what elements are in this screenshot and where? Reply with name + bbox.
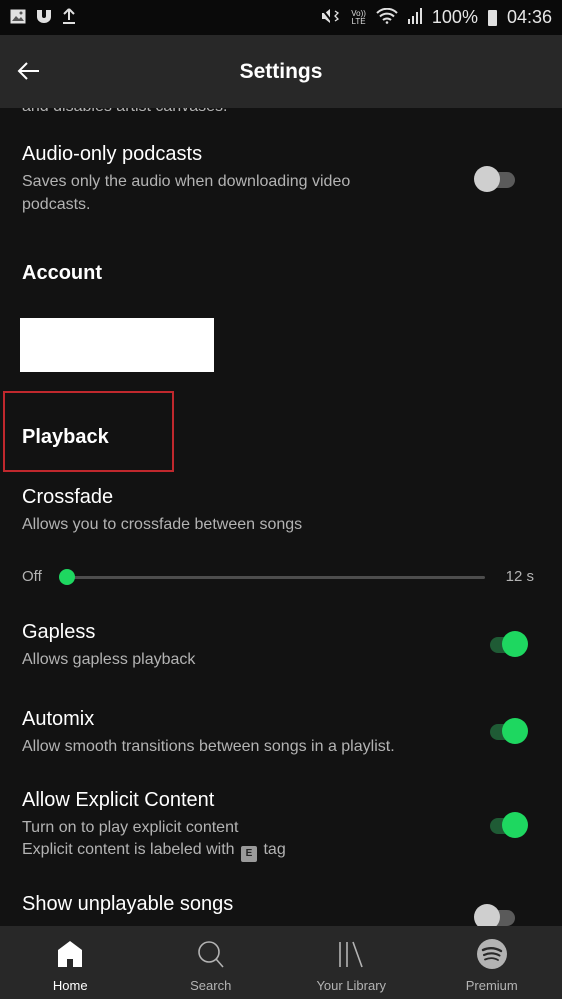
setting-title: Crossfade (22, 486, 114, 508)
description-line-1: Turn on to play explicit content (22, 819, 239, 836)
setting-title: Show unplayable songs (22, 893, 234, 915)
upload-icon (62, 8, 76, 27)
automix-toggle[interactable] (486, 718, 528, 744)
app-header: Settings (0, 35, 562, 108)
page-title: Settings (239, 59, 323, 83)
nav-label: Home (52, 978, 88, 993)
slider-min-label: Off (22, 568, 42, 585)
spotify-logo-icon (476, 938, 508, 970)
bottom-nav: Home Search Your Library Premium (0, 926, 562, 999)
setting-crossfade: Crossfade Allows you to crossfade betwee… (22, 485, 542, 536)
audio-only-podcasts-toggle[interactable] (474, 166, 519, 192)
setting-description: Allows you to crossfade between songs (22, 516, 303, 533)
setting-gapless: Gapless Allows gapless playback (22, 620, 542, 671)
setting-show-unplayable-songs: Show unplayable songs (22, 892, 542, 916)
setting-description: Turn on to play explicit content Explici… (22, 816, 542, 862)
status-bar: Vo)) LTE 100% 04:36 (0, 0, 562, 35)
wifi-icon (376, 7, 398, 27)
arrow-left-icon (17, 62, 39, 80)
crossfade-slider[interactable]: Off 12 s (22, 566, 542, 588)
show-unplayable-toggle[interactable] (474, 904, 519, 926)
library-icon (335, 938, 367, 970)
cut-off-description: and disables artist canvases. (22, 108, 227, 116)
setting-description: Allow smooth transitions between songs i… (22, 738, 395, 755)
setting-allow-explicit-content: Allow Explicit Content Turn on to play e… (22, 788, 542, 862)
gapless-toggle[interactable] (486, 631, 528, 657)
slider-thumb[interactable] (59, 569, 75, 585)
setting-automix: Automix Allow smooth transitions between… (22, 707, 542, 758)
signal-icon (407, 8, 422, 27)
nav-label: Your Library (316, 978, 387, 993)
setting-title: Automix (22, 708, 95, 730)
back-button[interactable] (14, 57, 42, 85)
nav-item-search[interactable]: Search (141, 926, 282, 999)
explicit-content-toggle[interactable] (486, 812, 528, 838)
nav-label: Search (190, 978, 232, 993)
account-redacted-info (20, 318, 214, 372)
section-account: Account (22, 262, 102, 284)
setting-title: Gapless (22, 621, 96, 643)
home-icon (54, 938, 86, 970)
settings-list[interactable]: and disables artist canvases. Audio-only… (0, 108, 562, 926)
nav-item-your-library[interactable]: Your Library (281, 926, 422, 999)
setting-title: Audio-only podcasts (22, 143, 203, 165)
mute-vibrate-icon (321, 8, 341, 27)
section-playback: Playback (22, 426, 109, 448)
slider-max-label: 12 s (505, 568, 534, 585)
slider-track[interactable] (67, 576, 485, 579)
nav-label: Premium (465, 978, 518, 993)
description-line-2: Explicit content is labeled with E tag (22, 838, 542, 862)
setting-description: Allows gapless playback (22, 651, 196, 668)
battery-percent: 100% (431, 7, 478, 27)
volte-icon: Vo)) LTE (351, 8, 366, 26)
search-icon (195, 938, 227, 970)
nav-item-premium[interactable]: Premium (422, 926, 562, 999)
battery-icon (487, 9, 497, 26)
setting-title: Allow Explicit Content (22, 789, 215, 811)
clock: 04:36 (506, 7, 552, 27)
shield-icon (36, 8, 52, 27)
gallery-icon (10, 9, 26, 27)
nav-item-home[interactable]: Home (0, 926, 141, 999)
explicit-tag-icon: E (241, 846, 258, 862)
setting-audio-only-podcasts: Audio-only podcasts Saves only the audio… (22, 142, 542, 216)
setting-description: Saves only the audio when downloading vi… (22, 173, 351, 213)
